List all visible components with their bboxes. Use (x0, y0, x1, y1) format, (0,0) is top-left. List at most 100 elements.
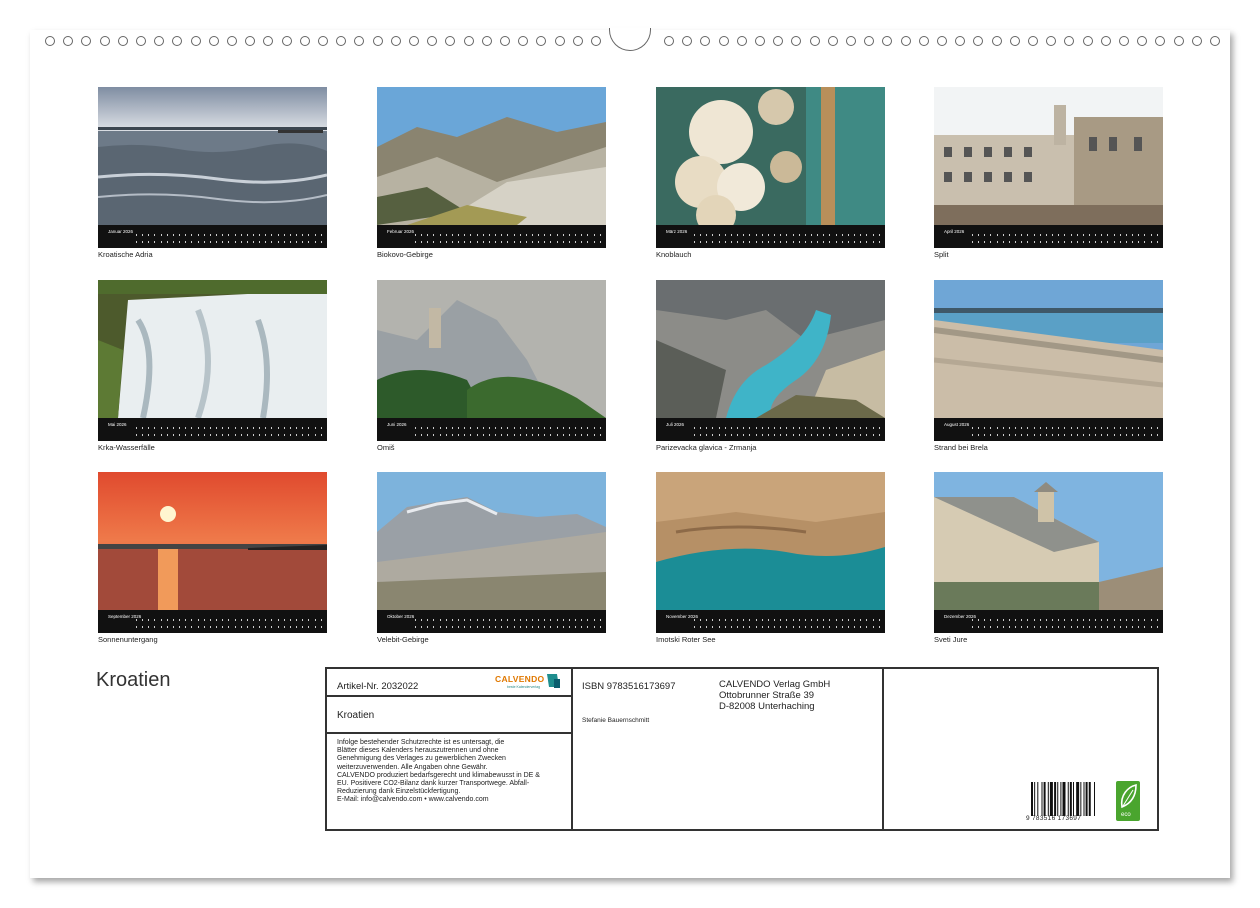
binding-ring (846, 36, 856, 46)
binding-ring (682, 36, 692, 46)
legal-line: CALVENDO produziert bedarfsgerecht und k… (337, 772, 569, 780)
day-grid (136, 234, 322, 243)
binding-ring (664, 36, 674, 46)
binding-ring (227, 36, 237, 46)
month-caption: Imotski Roter See (656, 635, 716, 644)
binding-ring (1174, 36, 1184, 46)
calendar-strip: April 2026 (934, 225, 1163, 248)
binding-ring (191, 36, 201, 46)
binding-ring (445, 36, 455, 46)
binding-ring (992, 36, 1002, 46)
legal-line: Infolge bestehender Schutzrechte ist es … (337, 739, 569, 747)
binding-ring (591, 36, 601, 46)
calvendo-logo-mark (545, 673, 561, 689)
binding-ring (336, 36, 346, 46)
binding-ring (828, 36, 838, 46)
binding-ring (63, 36, 73, 46)
binding-ring (1083, 36, 1093, 46)
month-caption: Kroatische Adria (98, 250, 153, 259)
binding-ring (864, 36, 874, 46)
binding-ring (81, 36, 91, 46)
author: Stefanie Bauernschmitt (582, 717, 649, 724)
binding-ring (901, 36, 911, 46)
isbn: ISBN 9783516173697 (582, 681, 676, 692)
month-photo (377, 472, 606, 610)
publisher-city: D-82008 Unterhaching (719, 701, 815, 712)
calendar-strip: März 2026 (656, 225, 885, 248)
legal-line: weiterzuverwenden. Alle Angaben ohne Gew… (337, 764, 569, 772)
month-photo (98, 87, 327, 225)
legal-line: Reduzierung dank Einzelstückfertigung. (337, 788, 569, 796)
binding-ring (245, 36, 255, 46)
binding-ring (937, 36, 947, 46)
leaf-icon (1116, 781, 1140, 813)
month-photo (656, 87, 885, 225)
binding-ring (700, 36, 710, 46)
month-name: Oktober 2026 (387, 614, 414, 619)
binding-ring (919, 36, 929, 46)
binding-ring (282, 36, 292, 46)
legal-line: E-Mail: info@calvendo.com • www.calvendo… (337, 796, 569, 804)
month-photo (377, 280, 606, 418)
month-name: Juni 2026 (387, 422, 407, 427)
binding-ring (354, 36, 364, 46)
article-number: Artikel-Nr. 2032022 (337, 681, 418, 692)
eco-badge: eco (1116, 781, 1140, 821)
month-caption: Sveti Jure (934, 635, 967, 644)
calendar-strip: Februar 2026 (377, 225, 606, 248)
calendar-strip: Juni 2026 (377, 418, 606, 441)
binding-ring (973, 36, 983, 46)
binding-ring (1064, 36, 1074, 46)
binding-ring (955, 36, 965, 46)
binding-ring (882, 36, 892, 46)
binding-ring (810, 36, 820, 46)
binding-ring (1119, 36, 1129, 46)
calendar-strip: Januar 2026 (98, 225, 327, 248)
binding-ring (427, 36, 437, 46)
day-grid (972, 619, 1158, 628)
binding-ring (1137, 36, 1147, 46)
binding-ring (1210, 36, 1220, 46)
divider (327, 732, 573, 734)
month-photo (934, 280, 1163, 418)
binding-ring (1010, 36, 1020, 46)
binding-ring (118, 36, 128, 46)
info-box: Artikel-Nr. 2032022 CALVENDO beste Kalen… (325, 667, 1159, 831)
binding-ring (755, 36, 765, 46)
barcode-number: 9 783516 173697 (1026, 815, 1081, 822)
calvendo-logo: CALVENDO (495, 674, 544, 684)
binding-ring (1101, 36, 1111, 46)
day-grid (972, 234, 1158, 243)
binding-ring (45, 36, 55, 46)
binding-ring (791, 36, 801, 46)
binding-ring (300, 36, 310, 46)
month-caption: Sonnenuntergang (98, 635, 158, 644)
month-caption: Omiš (377, 443, 395, 452)
day-grid (415, 619, 601, 628)
calendar-strip: Oktober 2026 (377, 610, 606, 633)
legal-text: Infolge bestehender Schutzrechte ist es … (337, 739, 569, 805)
binding-ring (154, 36, 164, 46)
barcode-icon (1031, 782, 1099, 816)
binding-ring (1155, 36, 1165, 46)
legal-line: Genehmigung des Verlages zu gewerblichen… (337, 755, 569, 763)
binding-ring (409, 36, 419, 46)
binding-ring (172, 36, 182, 46)
divider (327, 695, 573, 697)
binding-ring (209, 36, 219, 46)
month-photo (934, 87, 1163, 225)
month-name: März 2026 (666, 229, 687, 234)
binding-ring (773, 36, 783, 46)
binding-ring (391, 36, 401, 46)
day-grid (694, 234, 880, 243)
month-name: April 2026 (944, 229, 964, 234)
month-name: Mai 2026 (108, 422, 127, 427)
publisher-street: Ottobrunner Straße 39 (719, 690, 814, 701)
month-caption: Velebit-Gebirge (377, 635, 429, 644)
month-caption: Knoblauch (656, 250, 691, 259)
divider (882, 669, 884, 829)
divider (571, 669, 573, 829)
day-grid (694, 427, 880, 436)
binding-ring (482, 36, 492, 46)
eco-label: eco (1121, 812, 1131, 818)
